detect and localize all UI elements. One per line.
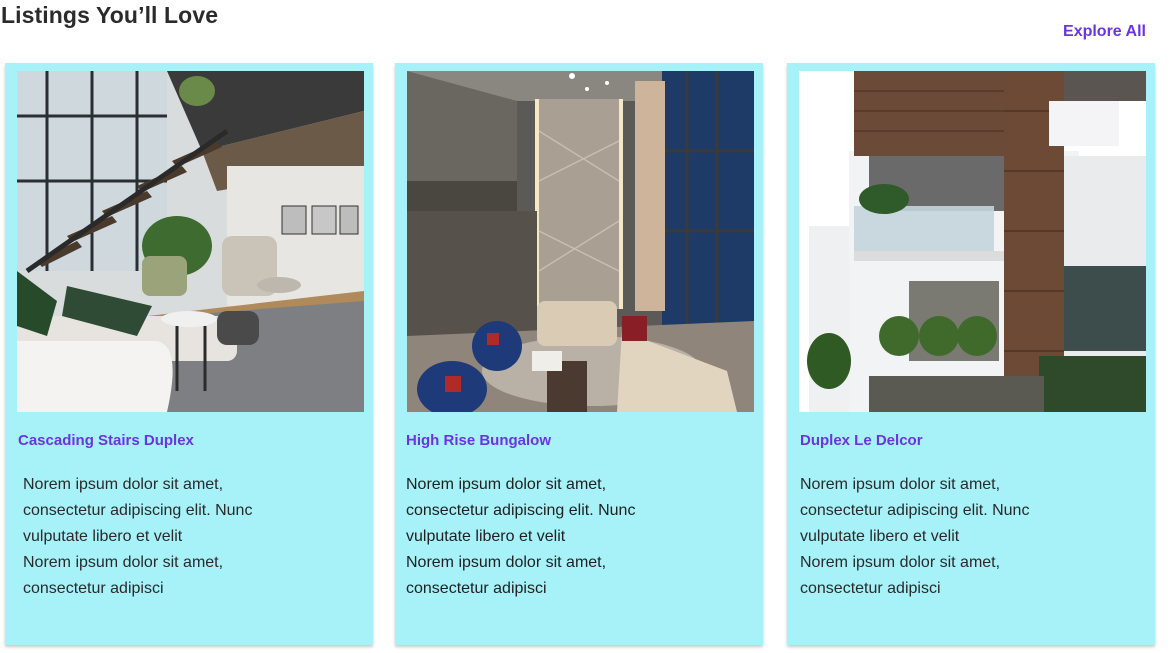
living-room-with-staircase-image [17,71,364,412]
listing-description-line: Norem ipsum dolor sit amet, consectetur … [800,476,1030,545]
listing-description: Norem ipsum dolor sit amet, consectetur … [23,472,293,602]
listing-description-line: Norem ipsum dolor sit amet, consectetur … [406,554,607,597]
listing-title[interactable]: High Rise Bungalow [406,432,551,449]
listing-description-line: Norem ipsum dolor sit amet, consectetur … [23,554,224,597]
tall-lounge-interior-image [407,71,754,412]
explore-all-link[interactable]: Explore All [1063,23,1146,41]
listing-cards: Cascading Stairs Duplex Norem ipsum dolo… [5,63,1160,647]
listing-photo[interactable] [17,71,364,412]
listing-photo[interactable] [407,71,754,412]
listing-description: Norem ipsum dolor sit amet, consectetur … [800,472,1070,602]
listing-card[interactable]: High Rise Bungalow Norem ipsum dolor sit… [395,63,763,645]
duplex-exterior-image [799,71,1146,412]
listing-photo[interactable] [799,71,1146,412]
listing-title[interactable]: Cascading Stairs Duplex [18,432,194,449]
listing-card[interactable]: Duplex Le Delcor Norem ipsum dolor sit a… [787,63,1155,645]
listing-description-line: Norem ipsum dolor sit amet, consectetur … [800,554,1001,597]
section-title: Listings You’ll Love [1,2,219,28]
listing-description: Norem ipsum dolor sit amet, consectetur … [406,472,676,602]
listing-description-line: Norem ipsum dolor sit amet, consectetur … [406,476,636,545]
listing-card[interactable]: Cascading Stairs Duplex Norem ipsum dolo… [5,63,373,645]
listing-description-line: Norem ipsum dolor sit amet, consectetur … [23,476,253,545]
listing-title[interactable]: Duplex Le Delcor [800,432,923,449]
